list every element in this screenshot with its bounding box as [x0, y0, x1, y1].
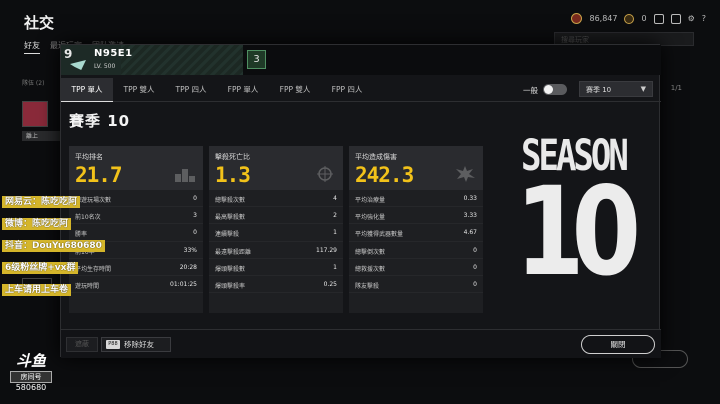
keybind-icon: P88 — [106, 340, 120, 349]
social-title: 社交 — [24, 14, 55, 32]
tab-fpp-solo[interactable]: FPP 單人 — [217, 78, 269, 102]
stat-card-head: 擊殺死亡比 1.3 — [209, 146, 343, 190]
stat-row: 爆頭擊殺率 0.25 — [209, 276, 343, 294]
stat-card-label: 平均排名 — [75, 153, 103, 161]
toggle-knob — [544, 85, 553, 94]
stat-row: 總救援次數 0 — [349, 259, 483, 276]
season-select-value: 賽季 10 — [586, 86, 612, 94]
gear-icon[interactable]: ⚙ — [688, 14, 695, 23]
chevron-down-icon: ▼ — [640, 85, 646, 93]
stat-row: 連續擊殺 1 — [209, 224, 343, 242]
stat-card-head: 平均排名 21.7 — [69, 146, 203, 190]
party-member-card[interactable]: 隊伍 (2) 離上 — [22, 78, 62, 150]
player-icon[interactable] — [670, 13, 681, 24]
stat-row: 平均強化量 3.33 — [349, 207, 483, 225]
stat-row: 爆頭擊殺數 1 — [209, 259, 343, 276]
player-profile-modal: 9 N95E1 LV. 500 3 TPP 單人 TPP 雙人 TPP 四人 F… — [60, 44, 661, 358]
party-label: 隊伍 (2) — [22, 80, 45, 87]
stat-card-value: 242.3 — [355, 163, 414, 187]
stat-card-head: 平均造成傷害 242.3 — [349, 146, 483, 190]
mode-tabs: TPP 單人 TPP 雙人 TPP 四人 FPP 單人 FPP 雙人 FPP 四… — [61, 78, 661, 102]
crosshair-icon — [317, 166, 333, 182]
tab-fpp-squad[interactable]: FPP 四人 — [321, 78, 373, 102]
modal-header: 9 N95E1 LV. 500 3 — [61, 45, 661, 75]
remove-friend-button[interactable]: P88 移除好友 — [101, 337, 171, 352]
tab-fpp-duo[interactable]: FPP 雙人 — [269, 78, 321, 102]
stat-card-value: 1.3 — [215, 163, 251, 187]
mail-icon[interactable] — [653, 13, 664, 24]
rank-badge: 3 — [247, 50, 266, 69]
stat-card-label: 擊殺死亡比 — [215, 153, 250, 161]
avatar — [22, 101, 48, 127]
room-number: 580680 — [15, 383, 47, 392]
room-tag: 房间号 — [10, 371, 52, 383]
podium-icon — [175, 169, 195, 182]
season-art-number: 10 — [515, 161, 641, 303]
g-coin-amount: 0 — [641, 14, 647, 23]
stat-row: 隊友擊殺 0 — [349, 276, 483, 294]
douyu-brand: 斗鱼 — [15, 352, 46, 370]
remove-friend-label: 移除好友 — [124, 340, 154, 349]
stat-row: 最遠擊殺距離 117.29 — [209, 242, 343, 259]
currency-bar: 86,847 0 ⚙ ? — [571, 13, 706, 24]
season-10-art: SEASON 10 — [513, 127, 653, 317]
page-indicator: 1/1 — [670, 84, 682, 92]
stat-row: 最高擊殺數 2 — [209, 207, 343, 225]
ranked-toggle[interactable] — [543, 84, 567, 95]
player-level: LV. 500 — [94, 63, 116, 70]
season-select[interactable]: 賽季 10 ▼ — [579, 81, 653, 97]
tab-tpp-solo[interactable]: TPP 單人 — [61, 78, 113, 102]
stat-card-value: 21.7 — [75, 163, 123, 187]
bp-coin-icon — [571, 13, 583, 24]
stat-card-label: 平均造成傷害 — [355, 153, 397, 161]
bp-amount: 86,847 — [589, 14, 618, 23]
stat-card-damage: 平均造成傷害 242.3 平均治療量 0.33 平均強化量 3.33 平均獲得武器數… — [349, 146, 483, 313]
season-title: 賽季 10 — [69, 112, 131, 130]
nameplate: 9 N95E1 LV. 500 — [61, 45, 243, 75]
explosion-icon — [456, 166, 475, 182]
douyu-logo: 斗鱼 房间号 580680 — [10, 350, 52, 392]
stat-row: 平均獲得武器數量 4.67 — [349, 224, 483, 242]
mode-label: 一般 — [523, 86, 538, 95]
tab-friends[interactable]: 好友 — [24, 40, 40, 54]
stream-watermark-text: 网易云：陈吃吃阿 微博：陈吃吃阿 抖音：DouYu680680 6级粉丝牌+vx… — [2, 189, 105, 299]
watermark-line: 网易云：陈吃吃阿 — [2, 196, 81, 208]
stat-row: 總擊倒次數 0 — [349, 242, 483, 259]
player-emblem-icon: 9 — [64, 47, 88, 72]
nameplate-map-art — [121, 45, 243, 75]
watermark-line: 抖音：DouYu680680 — [2, 240, 105, 252]
member-status: 離上 — [22, 131, 60, 141]
close-button[interactable]: 關閉 — [581, 335, 655, 354]
watermark-line: 上车请用上车卷 — [2, 284, 72, 296]
help-icon[interactable]: ? — [702, 14, 706, 23]
stat-row: 總擊殺次數 4 — [209, 190, 343, 208]
tab-tpp-squad[interactable]: TPP 四人 — [165, 78, 217, 102]
block-button[interactable]: 遮蔽 — [66, 337, 98, 352]
stat-row: 平均治療量 0.33 — [349, 190, 483, 208]
g-coin-icon — [624, 13, 635, 24]
watermark-line: 微博：陈吃吃阿 — [2, 218, 72, 230]
player-name: N95E1 — [94, 48, 133, 59]
modal-footer: 遮蔽 P88 移除好友 關閉 — [61, 329, 661, 358]
watermark-line: 6级粉丝牌+vx群 — [2, 262, 79, 274]
stat-card-kd: 擊殺死亡比 1.3 總擊殺次數 4 最高擊殺數 2 連續擊殺 1 最遠擊殺距離 117.… — [209, 146, 343, 313]
tab-tpp-duo[interactable]: TPP 雙人 — [113, 78, 165, 102]
